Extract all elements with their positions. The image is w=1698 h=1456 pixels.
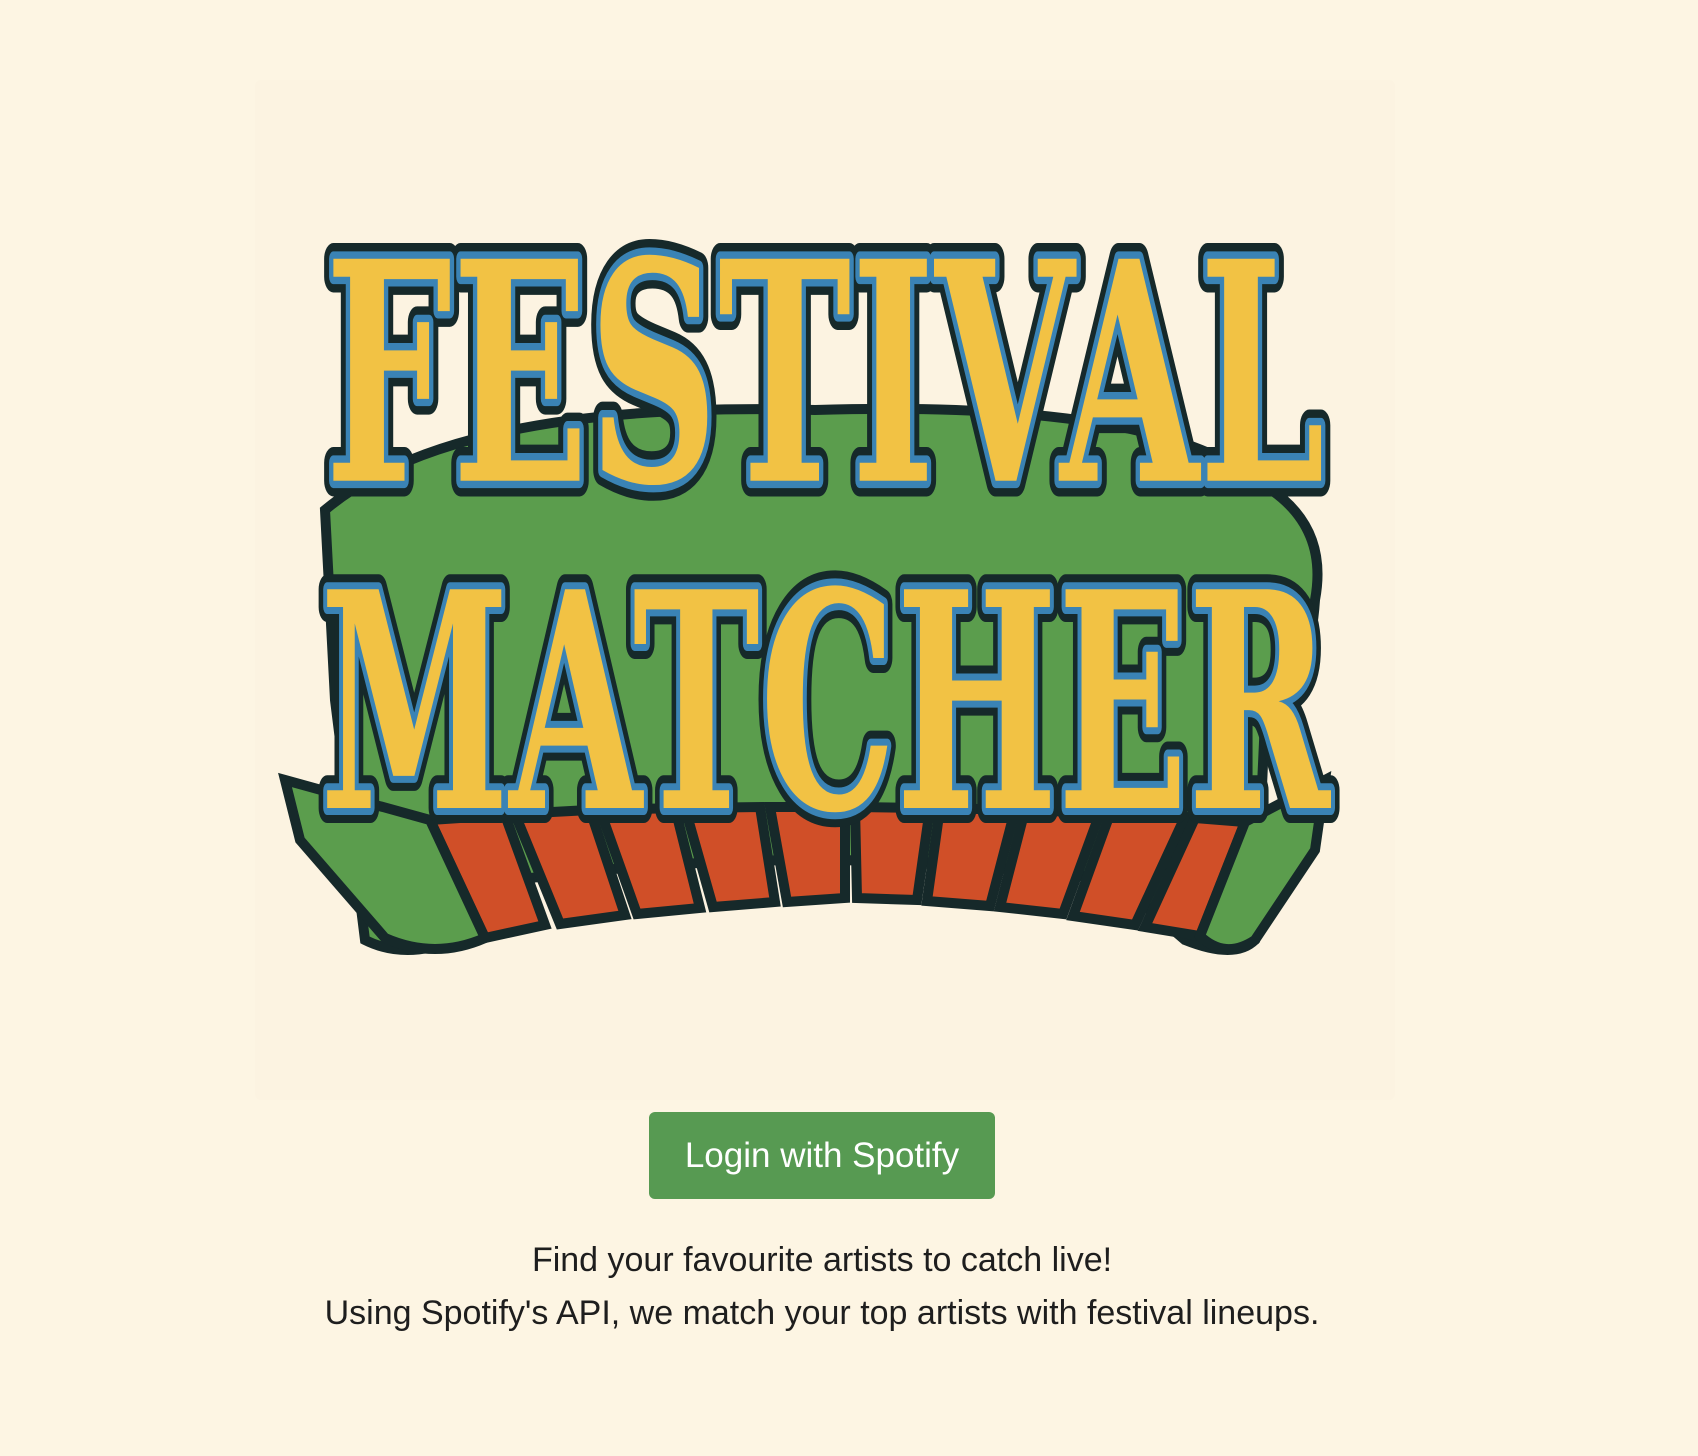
logo-line2-fill: MATCHER xyxy=(320,526,1332,879)
landing-page: FESTIVAL FESTIVAL FESTIVAL MATCHER MATCH… xyxy=(0,0,1698,1456)
logo-line1-fill: FESTIVAL xyxy=(325,196,1325,553)
description-line-1: Find your favourite artists to catch liv… xyxy=(531,1241,1113,1279)
festival-matcher-logo: FESTIVAL FESTIVAL FESTIVAL MATCHER MATCH… xyxy=(255,80,1395,1100)
description-line-2: Using Spotify's API, we match your top a… xyxy=(324,1294,1320,1332)
login-with-spotify-button[interactable]: Login with Spotify xyxy=(649,1112,995,1199)
logo-artwork: FESTIVAL FESTIVAL FESTIVAL MATCHER MATCH… xyxy=(278,181,1347,955)
